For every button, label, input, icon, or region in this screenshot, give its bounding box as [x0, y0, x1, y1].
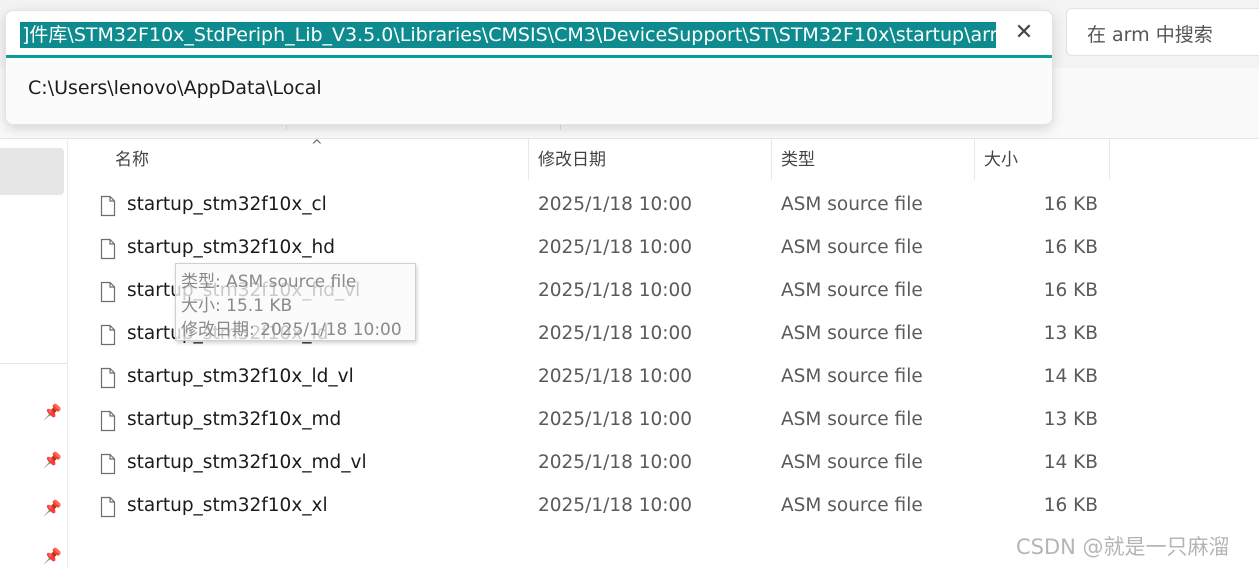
file-modified-date: 2025/1/18 10:00 — [538, 194, 693, 215]
file-type: ASM source file — [781, 452, 923, 473]
file-row[interactable]: startup_stm32f10x_md_vl 2025/1/18 10:00 AS… — [96, 444, 1110, 487]
tooltip-type: 类型: ASM source file — [181, 272, 357, 292]
file-modified-date: 2025/1/18 10:00 — [538, 409, 693, 430]
file-size: 14 KB — [1043, 452, 1098, 473]
pin-icon[interactable]: 📌 — [43, 403, 62, 421]
tooltip-size: 大小: 15.1 KB — [181, 296, 293, 316]
file-type: ASM source file — [781, 366, 923, 387]
file-type: ASM source file — [781, 323, 923, 344]
file-row[interactable]: startup_stm32f10x_cl 2025/1/18 10:00 ASM s… — [96, 186, 1110, 229]
file-type: ASM source file — [781, 280, 923, 301]
address-bar[interactable]: ]件库\STM32F10x_StdPeriph_Lib_V3.5.0\Libra… — [6, 11, 1052, 58]
file-size: 16 KB — [1043, 280, 1098, 301]
file-icon — [100, 324, 116, 346]
file-size: 13 KB — [1043, 409, 1098, 430]
column-separator[interactable] — [771, 138, 772, 180]
file-name: startup_stm32f10x_ld_vl — [127, 366, 354, 387]
search-placeholder: 在 arm 中搜索 — [1087, 24, 1213, 46]
file-row[interactable]: startup_stm32f10x_ld_vl 2025/1/18 10:00 AS… — [96, 358, 1110, 401]
pin-icon[interactable]: 📌 — [43, 451, 62, 469]
file-row[interactable]: startup_stm32f10x_md 2025/1/18 10:00 ASM s… — [96, 401, 1110, 444]
file-icon — [100, 195, 116, 217]
file-type: ASM source file — [781, 237, 923, 258]
file-icon — [100, 238, 116, 260]
file-name: startup_stm32f10x_xl — [127, 495, 328, 516]
column-header-date[interactable]: 修改日期 — [538, 148, 606, 180]
file-modified-date: 2025/1/18 10:00 — [538, 452, 693, 473]
file-icon — [100, 496, 116, 518]
pin-icon[interactable]: 📌 — [43, 499, 62, 517]
tooltip-date: 修改日期: 2025/1/18 10:00 — [181, 320, 402, 340]
column-separator[interactable] — [1109, 138, 1110, 180]
file-type: ASM source file — [781, 409, 923, 430]
column-separator[interactable] — [528, 138, 529, 180]
file-size: 14 KB — [1043, 366, 1098, 387]
column-header-name[interactable]: 名称 — [115, 148, 149, 180]
file-modified-date: 2025/1/18 10:00 — [538, 280, 693, 301]
file-size: 16 KB — [1043, 194, 1098, 215]
file-name: startup_stm32f10x_hd — [127, 237, 335, 258]
close-icon[interactable]: ✕ — [1010, 19, 1038, 47]
file-tooltip: 类型: ASM source file 大小: 15.1 KB 修改日期: 20… — [175, 263, 416, 341]
file-modified-date: 2025/1/18 10:00 — [538, 323, 693, 344]
nav-pane-border — [67, 138, 68, 567]
file-name: startup_stm32f10x_cl — [127, 194, 327, 215]
file-type: ASM source file — [781, 194, 923, 215]
search-box[interactable]: 在 arm 中搜索 — [1066, 8, 1259, 56]
file-modified-date: 2025/1/18 10:00 — [538, 495, 693, 516]
file-modified-date: 2025/1/18 10:00 — [538, 366, 693, 387]
file-size: 16 KB — [1043, 495, 1098, 516]
pin-icon[interactable]: 📌 — [43, 547, 62, 565]
file-icon — [100, 281, 116, 303]
column-header-type[interactable]: 类型 — [781, 148, 815, 180]
column-header-size[interactable]: 大小 — [984, 148, 1018, 180]
address-path-input[interactable]: ]件库\STM32F10x_StdPeriph_Lib_V3.5.0\Libra… — [20, 22, 996, 48]
file-name: startup_stm32f10x_md_vl — [127, 452, 367, 473]
file-size: 16 KB — [1043, 237, 1098, 258]
file-type: ASM source file — [781, 495, 923, 516]
file-name: startup_stm32f10x_md — [127, 409, 342, 430]
file-modified-date: 2025/1/18 10:00 — [538, 237, 693, 258]
address-suggestion-item[interactable]: C:\Users\lenovo\AppData\Local — [28, 77, 322, 99]
nav-selected-item[interactable] — [0, 148, 64, 195]
file-icon — [100, 367, 116, 389]
file-icon — [100, 410, 116, 432]
column-separator[interactable] — [974, 138, 975, 180]
watermark: CSDN @就是一只麻溜 — [1016, 535, 1230, 559]
address-bar-dropdown: ]件库\STM32F10x_StdPeriph_Lib_V3.5.0\Libra… — [5, 10, 1053, 125]
sort-ascending-icon: ^ — [311, 138, 323, 154]
nav-divider — [0, 363, 67, 364]
file-row[interactable]: startup_stm32f10x_xl 2025/1/18 10:00 ASM s… — [96, 487, 1110, 530]
file-size: 13 KB — [1043, 323, 1098, 344]
file-icon — [100, 453, 116, 475]
